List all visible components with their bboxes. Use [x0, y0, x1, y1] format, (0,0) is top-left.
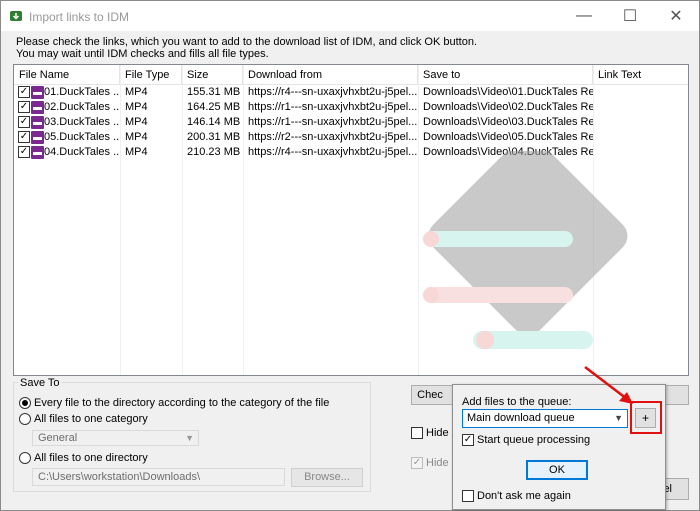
cell-download-from: https://r1---sn-uxaxjvhxbt2u-j5pel....	[248, 116, 418, 128]
radio-one-category-label: All files to one category	[34, 413, 148, 425]
highlight-box	[630, 401, 662, 434]
instructions: Please check the links, which you want t…	[16, 36, 477, 60]
row-checkbox[interactable]: ✓	[18, 131, 30, 143]
table-row[interactable]: ✓ 02.DuckTales ... MP4 164.25 MB https:/…	[14, 100, 688, 115]
cell-size: 210.23 MB	[187, 146, 241, 158]
cell-save-to: Downloads\Video\05.DuckTales Rem...	[423, 131, 593, 143]
radio-category-option[interactable]: Every file to the directory according to…	[19, 397, 329, 409]
title-bar: Import links to IDM — ☐ ✕	[1, 1, 699, 31]
cell-file-name: 04.DuckTales ...	[44, 146, 120, 158]
queue-select[interactable]: Main download queue ▼	[462, 409, 628, 428]
cell-save-to: Downloads\Video\02.DuckTales Rem...	[423, 101, 593, 113]
category-value: General	[38, 432, 78, 444]
row-checkbox[interactable]: ✓	[18, 116, 30, 128]
maximize-button[interactable]: ☐	[607, 1, 653, 31]
table-row[interactable]: ✓ 04.DuckTales ... MP4 210.23 MB https:/…	[14, 145, 688, 160]
radio-button[interactable]	[19, 413, 31, 425]
column-header-save-to[interactable]: Save to	[418, 65, 593, 85]
queue-value: Main download queue	[467, 412, 575, 424]
ok-button[interactable]: OK	[526, 460, 588, 480]
start-queue-label: Start queue processing	[477, 434, 591, 446]
radio-one-directory-label: All files to one directory	[34, 452, 148, 464]
close-icon: ✕	[669, 8, 683, 25]
radio-category-label: Every file to the directory according to…	[34, 397, 330, 409]
browse-button: Browse...	[291, 468, 363, 487]
dont-ask-checkbox[interactable]	[462, 490, 474, 502]
radio-button-selected[interactable]	[19, 397, 31, 409]
row-checkbox[interactable]: ✓	[18, 101, 30, 113]
dont-ask-option[interactable]: Don't ask me again	[462, 490, 571, 502]
cell-file-type: MP4	[125, 116, 148, 128]
column-header-link-text[interactable]: Link Text	[593, 65, 688, 85]
cell-save-to: Downloads\Video\04.DuckTales Rem...	[423, 146, 593, 158]
radio-button[interactable]	[19, 452, 31, 464]
add-to-queue-label: Add files to the queue:	[462, 396, 572, 408]
instruction-line-2: You may wait until IDM checks and fills …	[16, 48, 269, 60]
cell-download-from: https://r1---sn-uxaxjvhxbt2u-j5pel....	[248, 101, 418, 113]
list-header: File Name File Type Size Download from S…	[14, 65, 688, 85]
save-to-legend: Save To	[18, 377, 62, 389]
maximize-icon: ☐	[622, 8, 638, 25]
start-queue-checkbox[interactable]: ✓	[462, 434, 474, 446]
cell-size: 155.31 MB	[187, 86, 241, 98]
row-checkbox[interactable]: ✓	[18, 146, 30, 158]
chevron-down-icon: ▼	[185, 433, 194, 443]
cell-file-type: MP4	[125, 131, 148, 143]
cell-save-to: Downloads\Video\03.DuckTales Rem...	[423, 116, 593, 128]
cell-file-name: 05.DuckTales ...	[44, 131, 120, 143]
table-row[interactable]: ✓ 05.DuckTales ... MP4 200.31 MB https:/…	[14, 130, 688, 145]
cell-file-name: 02.DuckTales ...	[44, 101, 120, 113]
cell-download-from: https://r2---sn-uxaxjvhxbt2u-j5pel....	[248, 131, 418, 143]
cell-download-from: https://r4---sn-uxaxjvhxbt2u-j5pel....	[248, 86, 418, 98]
cell-file-type: MP4	[125, 86, 148, 98]
column-header-download-from[interactable]: Download from	[243, 65, 418, 85]
start-queue-option[interactable]: ✓ Start queue processing	[462, 434, 590, 446]
minimize-icon: —	[576, 7, 592, 24]
radio-one-directory-option[interactable]: All files to one directory	[19, 452, 148, 464]
category-select: General ▼	[32, 430, 199, 446]
cell-file-name: 01.DuckTales ...	[44, 86, 120, 98]
hide-checkbox-1[interactable]	[411, 427, 423, 439]
radio-one-category-option[interactable]: All files to one category	[19, 413, 148, 425]
links-list[interactable]: File Name File Type Size Download from S…	[13, 64, 689, 376]
column-header-size[interactable]: Size	[182, 65, 243, 85]
window-title: Import links to IDM	[29, 10, 130, 24]
table-row[interactable]: ✓ 03.DuckTales ... MP4 146.14 MB https:/…	[14, 115, 688, 130]
cell-file-type: MP4	[125, 146, 148, 158]
cell-file-type: MP4	[125, 101, 148, 113]
hide-checkbox-2: ✓	[411, 457, 423, 469]
cell-size: 200.31 MB	[187, 131, 241, 143]
minimize-button[interactable]: —	[561, 1, 607, 31]
table-row[interactable]: ✓ 01.DuckTales ... MP4 155.31 MB https:/…	[14, 85, 688, 100]
cell-download-from: https://r4---sn-uxaxjvhxbt2u-j5pel....	[248, 146, 418, 158]
close-button[interactable]: ✕	[653, 1, 699, 31]
idm-app-icon	[10, 11, 22, 21]
cell-file-name: 03.DuckTales ...	[44, 116, 120, 128]
column-header-file-type[interactable]: File Type	[120, 65, 182, 85]
cell-size: 164.25 MB	[187, 101, 241, 113]
column-header-file-name[interactable]: File Name	[14, 65, 120, 85]
instruction-line-1: Please check the links, which you want t…	[16, 36, 478, 48]
row-checkbox[interactable]: ✓	[18, 86, 30, 98]
chevron-down-icon: ▼	[614, 413, 623, 423]
cell-save-to: Downloads\Video\01.DuckTales Rem...	[423, 86, 593, 98]
import-links-window: Import links to IDM — ☐ ✕ Please check t…	[0, 0, 700, 511]
dont-ask-label: Don't ask me again	[477, 490, 571, 502]
directory-path-field: C:\Users\workstation\Downloads\	[32, 468, 285, 486]
cell-size: 146.14 MB	[187, 116, 241, 128]
